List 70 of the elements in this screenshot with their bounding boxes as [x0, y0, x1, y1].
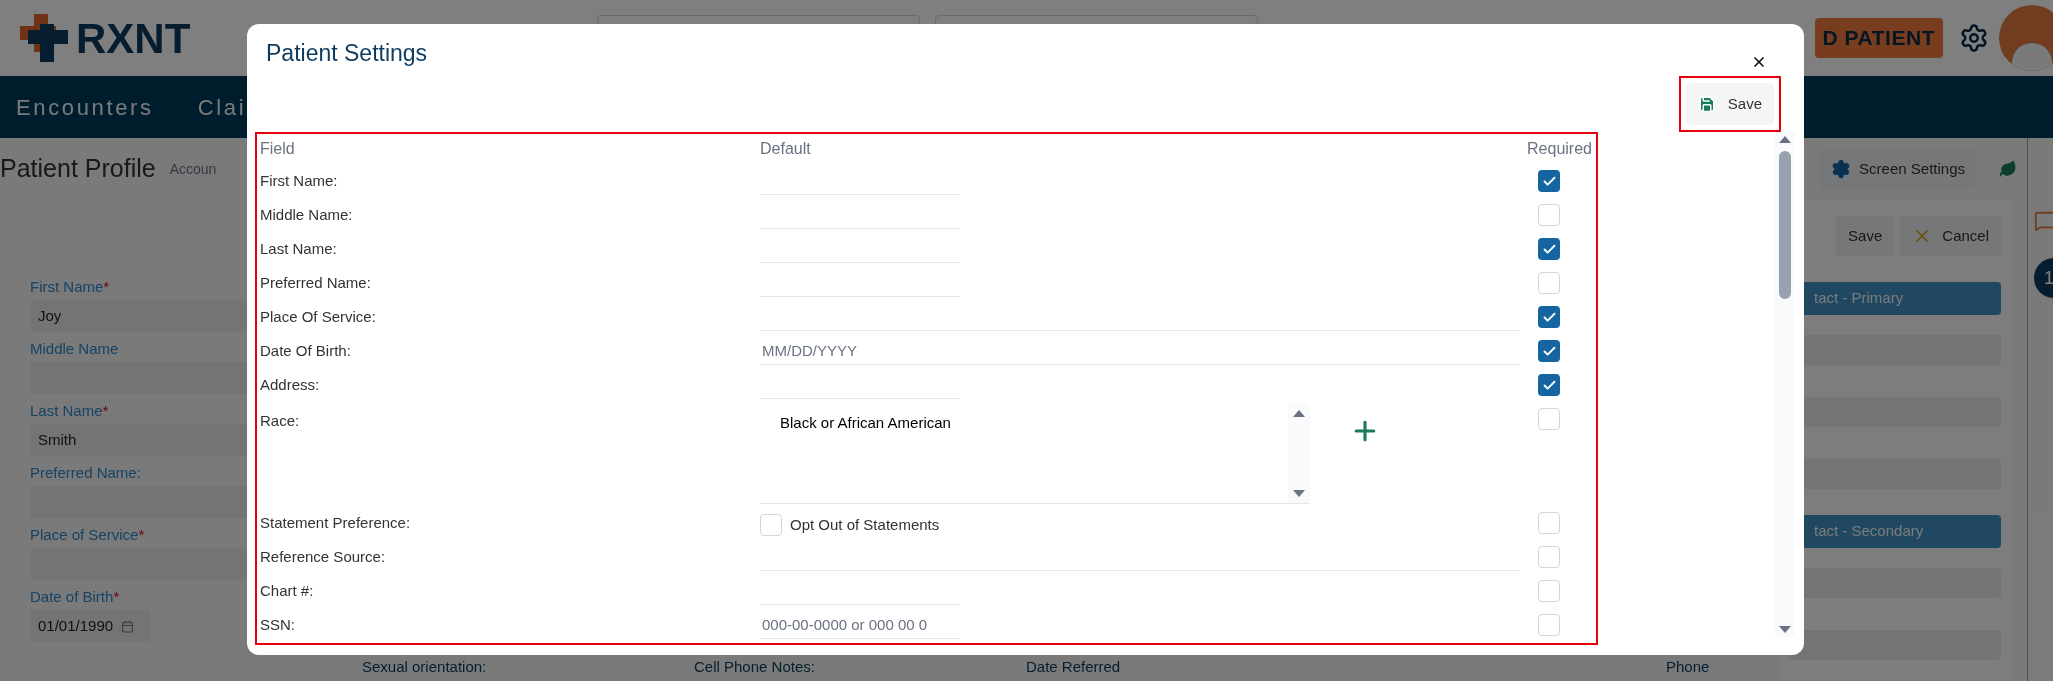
scrollbar[interactable] [1775, 132, 1795, 637]
scroll-down-icon[interactable] [1779, 626, 1791, 633]
checkbox[interactable] [760, 514, 782, 536]
scroll-up-icon[interactable] [1779, 136, 1791, 143]
logo-cross-icon [20, 14, 68, 62]
checkbox[interactable] [1538, 512, 1560, 534]
form-label: Date of Birth* [30, 587, 120, 606]
scroll-down-icon[interactable] [1293, 490, 1305, 497]
checkbox[interactable] [1538, 580, 1560, 602]
field-label: Middle Name: [259, 204, 354, 225]
list-scrollbar[interactable] [1288, 404, 1310, 503]
form-label: Place of Service* [30, 525, 145, 544]
checkbox[interactable] [1538, 408, 1560, 430]
field-label: Statement Preference: [259, 512, 412, 533]
nav-item[interactable]: Clai [197, 90, 247, 124]
save-icon [1697, 95, 1716, 113]
field-label: Preferred Name: [259, 272, 372, 293]
checkbox[interactable] [1538, 340, 1560, 362]
checkbox[interactable] [1538, 170, 1560, 192]
column-header: Default [760, 139, 812, 159]
field-label: Reference Source: [259, 546, 387, 567]
add-patient-button[interactable]: D PATIENT [1814, 18, 1943, 58]
form-label: Last Name* [30, 401, 109, 420]
gear-icon [1831, 159, 1852, 179]
form-label: First Name* [30, 277, 110, 296]
settings-icon[interactable] [1959, 23, 1989, 53]
field-label: SSN: [259, 614, 296, 635]
checkbox[interactable] [1538, 306, 1560, 328]
breadcrumb[interactable]: Accoun [169, 158, 217, 180]
cancel-button[interactable]: Cancel [1900, 216, 2001, 256]
checkbox[interactable] [1538, 614, 1560, 636]
checkbox[interactable] [1538, 238, 1560, 260]
field-label: Date Of Birth: [259, 340, 352, 361]
form-label: Cell Phone Notes: [694, 656, 816, 677]
column-header: Field [259, 139, 296, 159]
field-label: Address: [259, 374, 321, 395]
list-option[interactable]: Black or African American [780, 412, 1288, 435]
screen-settings-button[interactable]: Screen Settings [1819, 149, 1977, 189]
option-label: Opt Out of Statements [790, 514, 940, 535]
form-label: Date Referred [1026, 656, 1122, 677]
save-button[interactable]: Save [1836, 216, 1895, 256]
checkbox[interactable] [1538, 204, 1560, 226]
chat-icon[interactable] [2034, 210, 2053, 232]
scroll-thumb[interactable] [1779, 151, 1791, 299]
checkbox[interactable] [1538, 546, 1560, 568]
field-label: First Name: [259, 170, 339, 191]
field-label: Last Name: [259, 238, 338, 259]
race-listbox[interactable]: Black or African American [760, 404, 1310, 504]
scroll-up-icon[interactable] [1293, 410, 1305, 417]
form-label: Preferred Name: [30, 463, 141, 482]
logo-text: RXNT [76, 13, 191, 64]
form-label: Sexual orientation: [362, 656, 488, 677]
default-field[interactable]: 000-00-0000 or 000 00 0 [760, 611, 960, 639]
leaf-icon[interactable] [1999, 160, 2017, 178]
column-header: Required [1526, 139, 1593, 159]
calendar-icon[interactable] [121, 619, 135, 633]
page-title: Patient Profile [0, 153, 156, 185]
form-label: Middle Name [30, 339, 119, 358]
checkbox[interactable] [1538, 272, 1560, 294]
dialog-title: Patient Settings [266, 39, 428, 66]
nav-item[interactable]: Encounters [16, 90, 154, 124]
save-button[interactable]: Save [1685, 83, 1774, 125]
text-field[interactable] [1788, 630, 2001, 660]
form-label: Phone [1666, 656, 1711, 677]
checkbox[interactable] [1538, 374, 1560, 396]
default-field[interactable]: MM/DD/YYYY [760, 337, 1520, 365]
field-label: Chart #: [259, 580, 315, 601]
date-field[interactable]: 01/01/1990 [30, 610, 150, 642]
count-badge: 1 [2034, 258, 2053, 298]
avatar[interactable] [1999, 5, 2053, 71]
